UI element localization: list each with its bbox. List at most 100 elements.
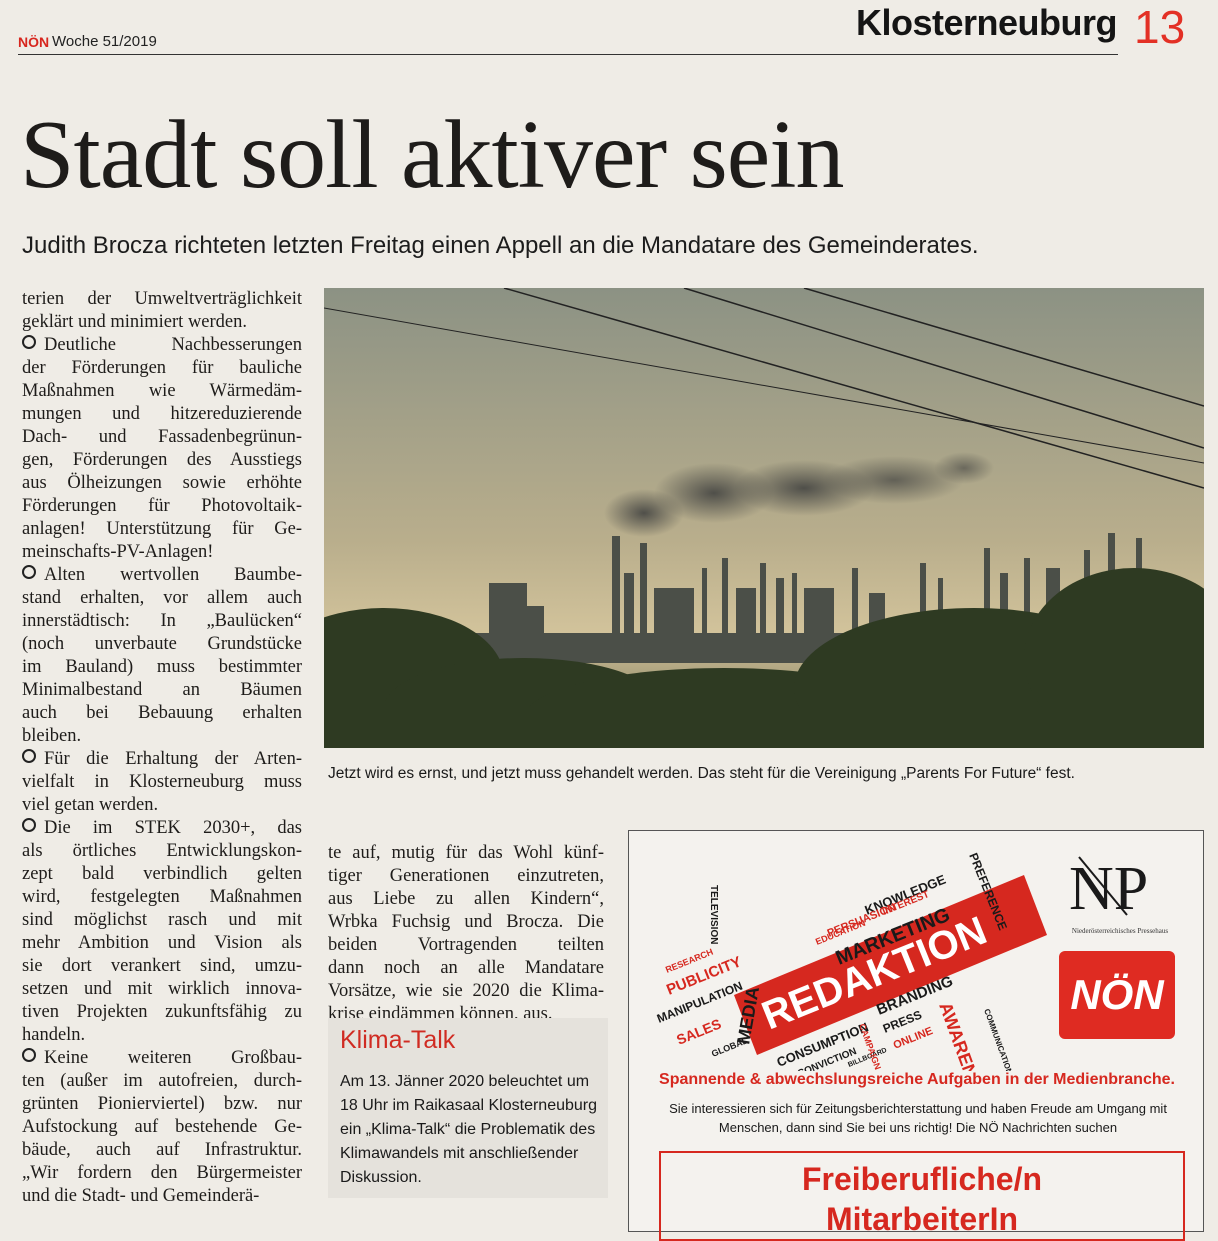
column-line: Dach- und Fassadenbegrünun- xyxy=(22,426,302,449)
column-line: Minimalbestand an Bäumen xyxy=(22,679,302,702)
line-text: mehr Ambition und Vision als xyxy=(22,933,302,953)
line-text: Wrbka Fuchsig und Brocza. Die xyxy=(328,912,604,932)
np-logo-text: NP xyxy=(1069,855,1148,923)
line-text: der Förderungen für bauliche xyxy=(22,358,302,378)
line-text: vielfalt in Klosterneuburg muss xyxy=(22,772,302,792)
column-line: vielfalt in Klosterneuburg muss xyxy=(22,771,302,794)
column-line: mungen und hitzereduzierende xyxy=(22,403,302,426)
cloud-word: SALES xyxy=(674,1015,723,1047)
column-line: wird, festgelegten Maßnahmen xyxy=(22,886,302,909)
column-line: gen, Förderungen des Ausstiegs xyxy=(22,449,302,472)
klima-talk-box: Klima-Talk Am 13. Jänner 2020 beleuchtet… xyxy=(328,1018,608,1198)
line-text: mungen und hitzereduzierende xyxy=(22,404,302,424)
line-text: grünten Pionierviertel) bzw. nur xyxy=(22,1094,302,1114)
column-line: sind möglichst rasch und mit xyxy=(22,909,302,932)
column-line: grünten Pionierviertel) bzw. nur xyxy=(22,1093,302,1116)
column-line: Maßnahmen wie Wärmedäm- xyxy=(22,380,302,403)
line-text: ten (außer im autofreien, durch- xyxy=(22,1071,302,1091)
line-text: innerstädtisch: In „Baulücken“ xyxy=(22,611,302,631)
line-text: Alten wertvollen Baumbe- xyxy=(44,565,302,585)
line-text: sie dort verankert sind, umzu- xyxy=(22,956,302,976)
column-line: te auf, mutig für das Wohl künf- xyxy=(328,842,604,865)
column-line: Förderungen für Photovoltaik- xyxy=(22,495,302,518)
column-line: (noch unverbaute Grundstücke xyxy=(22,633,302,656)
line-text: anlagen! Unterstützung für Ge- xyxy=(22,519,302,539)
column-line: stand erhalten, vor allem auch xyxy=(22,587,302,610)
cloud-word: TELEVISION xyxy=(708,885,719,944)
line-text: „Wir fordern den Bürgermeister xyxy=(22,1163,302,1183)
column-line: Deutliche Nachbesserungen xyxy=(22,334,302,357)
line-text: Förderungen für Photovoltaik- xyxy=(22,496,302,516)
np-subtitle: Niederösterreichisches Pressehaus xyxy=(1071,927,1169,935)
line-text: aus Ölheizungen sowie erhöhte xyxy=(22,473,302,493)
line-text: bleiben. xyxy=(22,726,82,746)
ad-job-title: Freiberufliche/n MitarbeiterIn xyxy=(659,1151,1185,1241)
line-text: Vorsätze, wie sie 2020 die Klima- xyxy=(328,981,604,1001)
column-line: geklärt und minimiert werden. xyxy=(22,311,302,334)
refinery-photo xyxy=(324,288,1204,748)
word-cloud-graphic: REDAKTION MARKETINGKNOWLEDGEPERSUASIONIN… xyxy=(655,851,1047,1071)
brand-logo: NÖN xyxy=(18,34,50,50)
line-text: setzen und mit wirklich innova- xyxy=(22,979,302,999)
bullet-icon xyxy=(22,335,36,349)
issue-label: Woche 51/2019 xyxy=(52,33,157,50)
line-text: zept bald verbindlich gelten xyxy=(22,864,302,884)
line-text: wird, festgelegten Maßnahmen xyxy=(22,887,302,907)
column-line: und die Stadt- und Gemeinderä- xyxy=(22,1185,302,1208)
line-text: Die im STEK 2030+, das xyxy=(44,818,302,838)
article-column-2: te auf, mutig für das Wohl künf-tiger Ge… xyxy=(328,842,604,1026)
line-text: viel getan werden. xyxy=(22,795,159,815)
non-logo: NÖN xyxy=(1059,951,1175,1039)
line-text: gen, Förderungen des Ausstiegs xyxy=(22,450,302,470)
infobox-title: Klima-Talk xyxy=(340,1026,456,1054)
line-text: Keine weiteren Großbau- xyxy=(44,1048,302,1068)
line-text: beiden Vortragenden teilten xyxy=(328,935,604,955)
line-text: tiger Generationen einzutreten, xyxy=(328,866,604,886)
line-text: bäude, auch auf Infrastruktur. xyxy=(22,1140,302,1160)
column-line: Vorsätze, wie sie 2020 die Klima- xyxy=(328,980,604,1003)
ad-job-line-1: Freiberufliche/n xyxy=(801,1161,1043,1197)
column-line: auch bei Bebauung erhalten xyxy=(22,702,302,725)
column-line: als örtliches Entwicklungskon- xyxy=(22,840,302,863)
column-line: sie dort verankert sind, umzu- xyxy=(22,955,302,978)
column-line: ten (außer im autofreien, durch- xyxy=(22,1070,302,1093)
line-text: Aufstockung auf bestehende Ge- xyxy=(22,1117,302,1137)
column-line: aus Liebe zu allen Kindern“, xyxy=(328,888,604,911)
column-line: aus Ölheizungen sowie erhöhte xyxy=(22,472,302,495)
line-text: Dach- und Fassadenbegrünun- xyxy=(22,427,302,447)
line-text: terien der Umweltverträglichkeit xyxy=(22,289,302,309)
column-line: tiven Projekten zukunftsfähig zu xyxy=(22,1001,302,1024)
cloud-word: COMMUNICATION xyxy=(982,1008,1014,1071)
line-text: tiven Projekten zukunftsfähig zu xyxy=(22,1002,302,1022)
line-text: meinschafts-PV-Anlagen! xyxy=(22,542,214,562)
column-line: dann noch an alle Mandatare xyxy=(328,957,604,980)
line-text: stand erhalten, vor allem auch xyxy=(22,588,302,608)
line-text: (noch unverbaute Grundstücke xyxy=(22,634,302,654)
column-line: Die im STEK 2030+, das xyxy=(22,817,302,840)
column-line: terien der Umweltverträglichkeit xyxy=(22,288,302,311)
column-line: Keine weiteren Großbau- xyxy=(22,1047,302,1070)
line-text: auch bei Bebauung erhalten xyxy=(22,703,302,723)
column-line: meinschafts-PV-Anlagen! xyxy=(22,541,302,564)
column-line: beiden Vortragenden teilten xyxy=(328,934,604,957)
line-text: dann noch an alle Mandatare xyxy=(328,958,604,978)
ad-job-line-2: MitarbeiterIn xyxy=(825,1201,1019,1237)
column-line: Wrbka Fuchsig und Brocza. Die xyxy=(328,911,604,934)
article-photo xyxy=(324,288,1204,748)
column-line: der Förderungen für bauliche xyxy=(22,357,302,380)
line-text: im Bauland) muss bestimmter xyxy=(22,657,302,677)
header-rule xyxy=(18,54,1118,55)
article-subline: Judith Brocza richteten letzten Freitag … xyxy=(22,232,979,259)
line-text: Für die Erhaltung der Arten- xyxy=(44,749,302,769)
line-text: Deutliche Nachbesserungen xyxy=(44,335,302,355)
line-text: geklärt und minimiert werden. xyxy=(22,312,248,332)
bullet-icon xyxy=(22,749,36,763)
column-line: Alten wertvollen Baumbe- xyxy=(22,564,302,587)
ad-tagline: Spannende & abwechslungsreiche Aufgaben … xyxy=(659,1071,1175,1088)
page-number: 13 xyxy=(1134,1,1186,53)
line-text: sind möglichst rasch und mit xyxy=(22,910,302,930)
line-text: Minimalbestand an Bäumen xyxy=(22,680,302,700)
column-line: anlagen! Unterstützung für Ge- xyxy=(22,518,302,541)
line-text: aus Liebe zu allen Kindern“, xyxy=(328,889,604,909)
column-line: Für die Erhaltung der Arten- xyxy=(22,748,302,771)
